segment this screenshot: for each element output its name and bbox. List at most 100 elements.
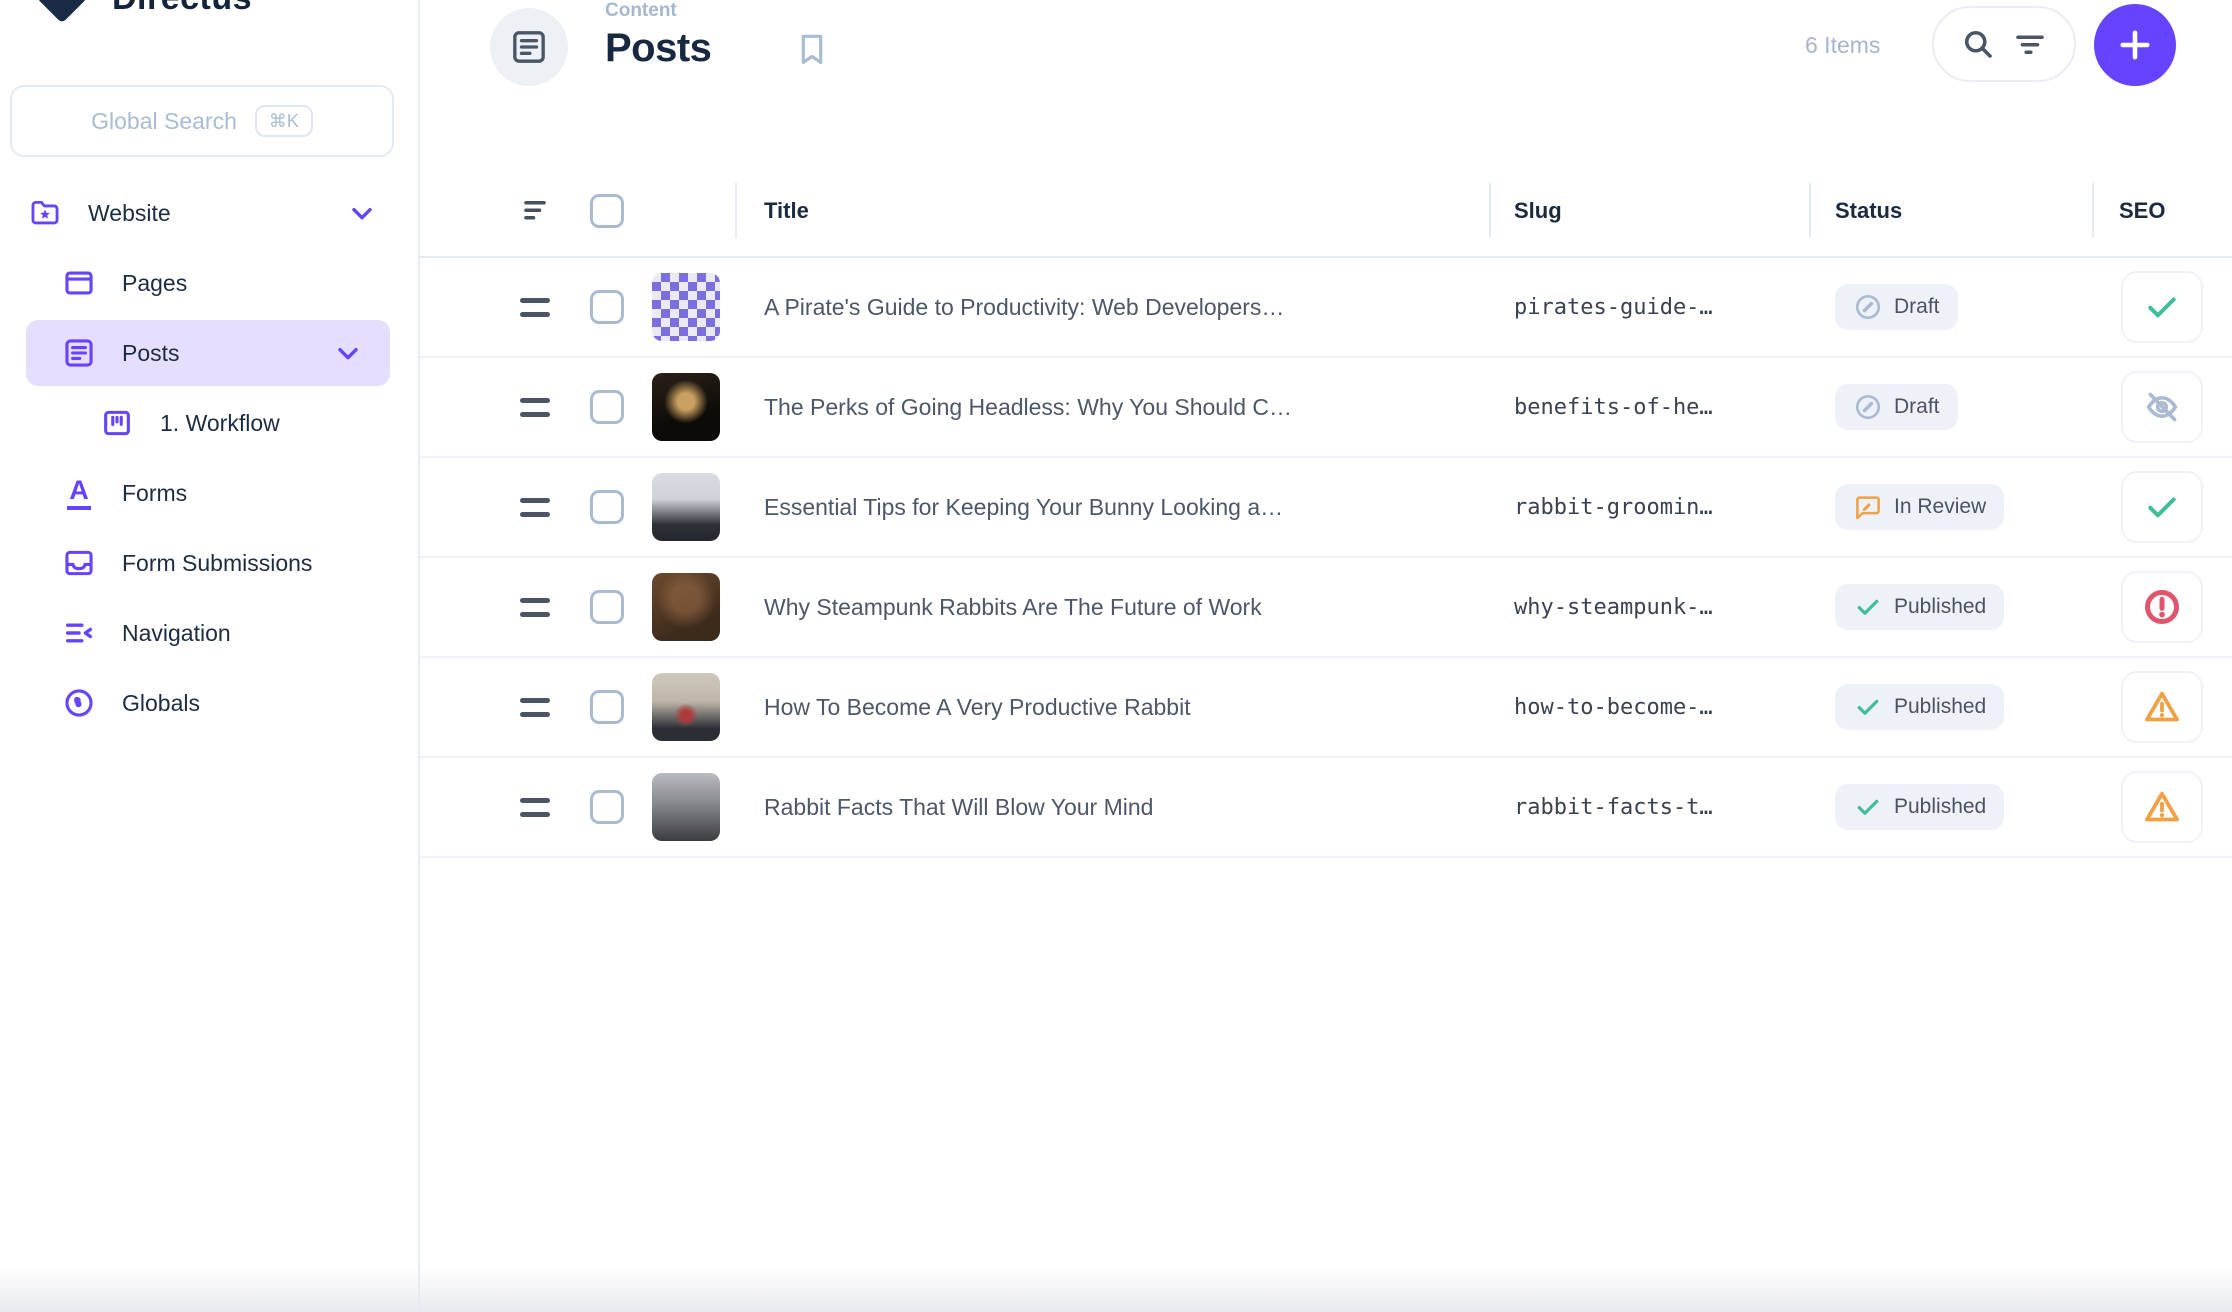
collection-icon-button[interactable] xyxy=(490,8,568,86)
seo-status-card xyxy=(2121,371,2203,443)
folder-star-icon xyxy=(28,196,62,230)
page-header: Content Posts 6 Items xyxy=(420,0,2232,165)
table-row[interactable]: A Pirate's Guide to Productivity: Web De… xyxy=(420,258,2232,358)
column-header-seo[interactable]: SEO xyxy=(2092,198,2232,224)
app-name: Directus xyxy=(112,0,252,18)
post-thumbnail xyxy=(652,473,720,541)
sidebar-item-globals[interactable]: Globals xyxy=(14,670,404,736)
sidebar-item-website[interactable]: Website xyxy=(14,180,404,246)
chevron-down-icon[interactable] xyxy=(346,197,378,229)
table-row[interactable]: How To Become A Very Productive Rabbit h… xyxy=(420,658,2232,758)
row-checkbox[interactable] xyxy=(590,590,624,624)
plus-icon xyxy=(2114,24,2156,66)
global-search-input[interactable]: Global Search ⌘K xyxy=(10,85,394,157)
sidebar: Directus Global Search ⌘K Website Pages xyxy=(0,0,420,1312)
row-checkbox[interactable] xyxy=(590,790,624,824)
select-all-checkbox[interactable] xyxy=(590,194,624,228)
status-label: Draft xyxy=(1894,295,1940,319)
nav-list-icon xyxy=(62,616,96,650)
post-title: How To Become A Very Productive Rabbit xyxy=(764,694,1191,720)
sidebar-item-label: Navigation xyxy=(122,620,231,647)
title-block: Content Posts xyxy=(605,0,711,71)
column-header-title[interactable]: Title xyxy=(764,198,1489,224)
sidebar-item-form-submissions[interactable]: Form Submissions xyxy=(14,530,404,596)
table-row[interactable]: Why Steampunk Rabbits Are The Future of … xyxy=(420,558,2232,658)
bookmark-icon[interactable] xyxy=(793,30,831,68)
table-row[interactable]: The Perks of Going Headless: Why You Sho… xyxy=(420,358,2232,458)
check-icon xyxy=(1853,792,1883,822)
post-title: Why Steampunk Rabbits Are The Future of … xyxy=(764,594,1262,620)
filter-icon[interactable] xyxy=(2012,26,2048,62)
sidebar-nav: Website Pages Posts xyxy=(0,180,418,740)
sidebar-item-posts[interactable]: Posts xyxy=(26,320,390,386)
row-checkbox[interactable] xyxy=(590,390,624,424)
seo-status-card xyxy=(2121,471,2203,543)
sidebar-item-label: Posts xyxy=(122,340,180,367)
rate-review-icon xyxy=(1853,492,1883,522)
error-icon xyxy=(2142,587,2182,627)
global-search-placeholder: Global Search xyxy=(91,108,237,135)
sidebar-item-label: Pages xyxy=(122,270,187,297)
status-badge: In Review xyxy=(1835,484,2004,530)
chevron-down-icon[interactable] xyxy=(332,337,364,369)
post-slug: rabbit-groomin… xyxy=(1514,495,1713,520)
drag-handle-icon[interactable] xyxy=(520,298,550,317)
row-checkbox[interactable] xyxy=(590,490,624,524)
post-thumbnail xyxy=(652,373,720,441)
kanban-icon xyxy=(100,406,134,440)
posts-table: Title Slug Status SEO A Pirate's Guide t… xyxy=(420,165,2232,858)
column-divider xyxy=(2092,183,2094,238)
drag-handle-icon[interactable] xyxy=(520,798,550,817)
post-title: The Perks of Going Headless: Why You Sho… xyxy=(764,394,1292,420)
seo-status-card xyxy=(2121,771,2203,843)
table-row[interactable]: Rabbit Facts That Will Blow Your Mind ra… xyxy=(420,758,2232,858)
row-checkbox[interactable] xyxy=(590,690,624,724)
column-divider xyxy=(735,183,737,238)
drag-handle-icon[interactable] xyxy=(520,598,550,617)
status-label: Draft xyxy=(1894,395,1940,419)
sidebar-item-forms[interactable]: A Forms xyxy=(14,460,404,526)
sort-icon[interactable] xyxy=(520,193,556,229)
row-checkbox[interactable] xyxy=(590,290,624,324)
post-title: A Pirate's Guide to Productivity: Web De… xyxy=(764,294,1284,320)
sidebar-item-label: Forms xyxy=(122,480,187,507)
search-icon[interactable] xyxy=(1960,26,1996,62)
sidebar-item-workflow[interactable]: 1. Workflow xyxy=(14,390,404,456)
drag-handle-icon[interactable] xyxy=(520,698,550,717)
post-slug: why-steampunk-… xyxy=(1514,595,1713,620)
drag-handle-icon[interactable] xyxy=(520,498,550,517)
post-title: Rabbit Facts That Will Blow Your Mind xyxy=(764,794,1153,820)
status-label: In Review xyxy=(1894,495,1986,519)
status-badge: Published xyxy=(1835,684,2004,730)
globe-icon xyxy=(62,686,96,720)
page-title: Posts xyxy=(605,26,711,71)
main-content: Content Posts 6 Items xyxy=(420,0,2232,1312)
column-header-slug[interactable]: Slug xyxy=(1489,198,1809,224)
warning-icon xyxy=(2142,687,2182,727)
status-label: Published xyxy=(1894,695,1986,719)
table-row[interactable]: Essential Tips for Keeping Your Bunny Lo… xyxy=(420,458,2232,558)
table-header-row: Title Slug Status SEO xyxy=(420,165,2232,258)
add-item-button[interactable] xyxy=(2094,4,2176,86)
status-label: Published xyxy=(1894,595,1986,619)
seo-status-card xyxy=(2121,571,2203,643)
post-title: Essential Tips for Keeping Your Bunny Lo… xyxy=(764,494,1283,520)
search-shortcut-badge: ⌘K xyxy=(255,105,313,137)
warning-icon xyxy=(2142,787,2182,827)
app-logo[interactable]: Directus xyxy=(30,0,252,30)
inbox-icon xyxy=(62,546,96,580)
status-label: Published xyxy=(1894,795,1986,819)
check-icon xyxy=(1853,592,1883,622)
status-badge: Published xyxy=(1835,584,2004,630)
breadcrumb: Content xyxy=(605,0,711,22)
article-icon xyxy=(509,27,549,67)
check-icon xyxy=(2142,487,2182,527)
eye-off-icon xyxy=(2142,387,2182,427)
post-slug: benefits-of-he… xyxy=(1514,395,1713,420)
post-thumbnail xyxy=(652,673,720,741)
sidebar-item-pages[interactable]: Pages xyxy=(14,250,404,316)
column-header-status[interactable]: Status xyxy=(1809,198,2092,224)
sidebar-item-navigation[interactable]: Navigation xyxy=(14,600,404,666)
drag-handle-icon[interactable] xyxy=(520,398,550,417)
post-slug: pirates-guide-… xyxy=(1514,295,1713,320)
